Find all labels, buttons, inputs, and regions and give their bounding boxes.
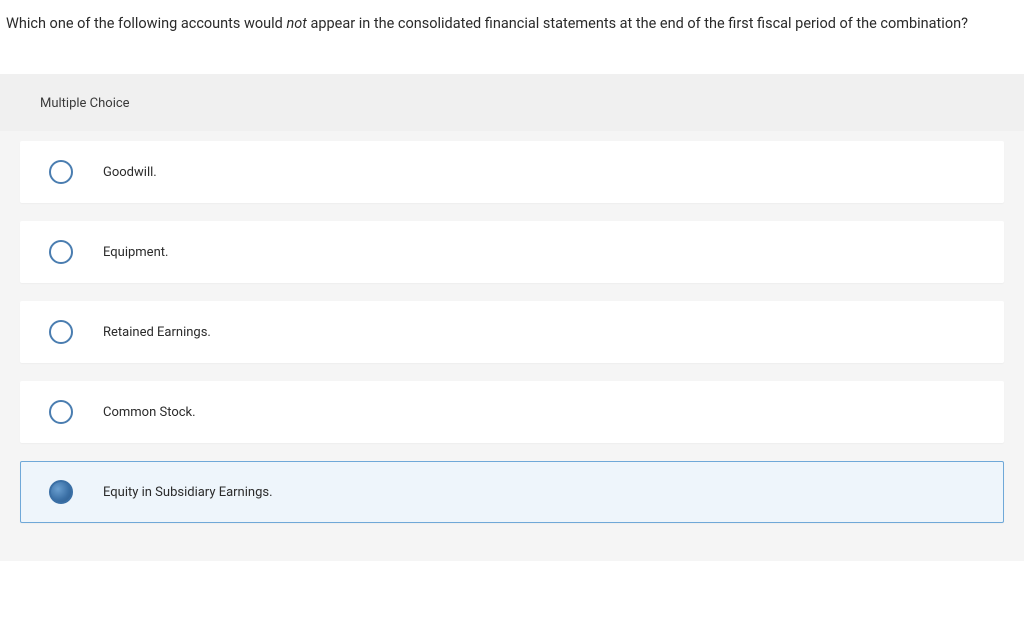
radio-icon [49, 240, 73, 264]
options-list: Goodwill. Equipment. Retained Earnings. … [0, 131, 1024, 523]
radio-inner [51, 242, 71, 262]
option-equity-subsidiary[interactable]: Equity in Subsidiary Earnings. [20, 461, 1004, 523]
option-goodwill[interactable]: Goodwill. [20, 141, 1004, 203]
option-retained-earnings[interactable]: Retained Earnings. [20, 301, 1004, 363]
radio-icon [49, 480, 73, 504]
option-label: Goodwill. [103, 165, 157, 180]
radio-icon [49, 160, 73, 184]
radio-icon [49, 320, 73, 344]
multiple-choice-container: Multiple Choice Goodwill. Equipment. Ret… [0, 74, 1024, 561]
option-label: Common Stock. [103, 405, 196, 420]
question-suffix: appear in the consolidated financial sta… [307, 15, 968, 32]
radio-inner [51, 162, 71, 182]
option-common-stock[interactable]: Common Stock. [20, 381, 1004, 443]
radio-inner [51, 482, 71, 502]
radio-inner [51, 322, 71, 342]
option-label: Retained Earnings. [103, 325, 211, 340]
option-equipment[interactable]: Equipment. [20, 221, 1004, 283]
option-label: Equipment. [103, 245, 168, 260]
question-text: Which one of the following accounts woul… [0, 0, 1024, 44]
option-label: Equity in Subsidiary Earnings. [103, 485, 273, 500]
section-label: Multiple Choice [0, 74, 1024, 131]
question-prefix: Which one of the following accounts woul… [6, 15, 286, 32]
radio-icon [49, 400, 73, 424]
question-emph: not [286, 15, 306, 32]
radio-inner [51, 402, 71, 422]
